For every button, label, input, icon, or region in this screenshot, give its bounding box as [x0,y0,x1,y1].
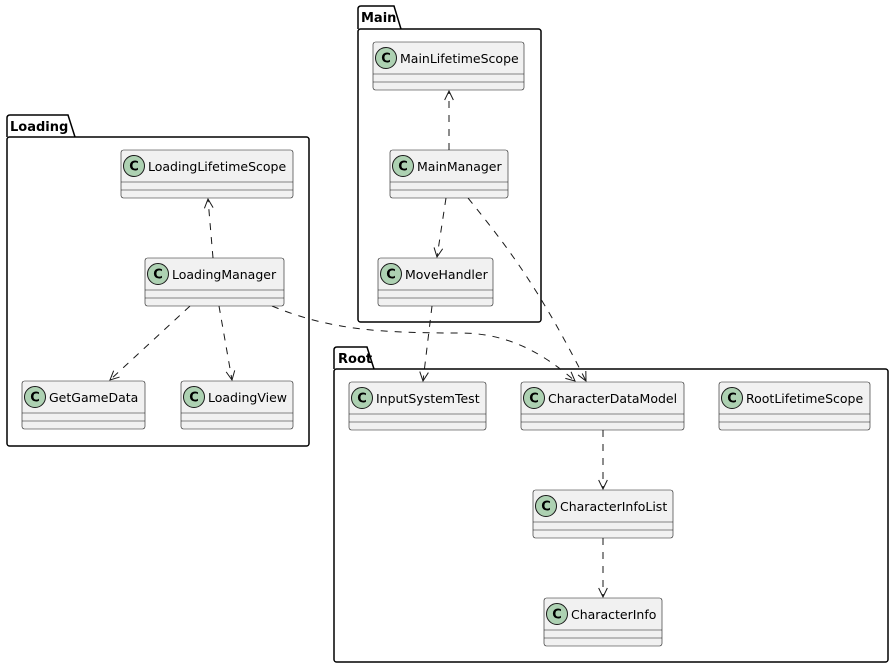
class-name: MainLifetimeScope [400,51,519,66]
dependency-line [436,197,447,258]
class-icon-letter: C [189,391,199,406]
class-icon-letter: C [727,392,737,407]
dependency-MainManager-to-MainLifetimeScope [444,89,454,150]
class-main-manager[interactable]: C MainManager [389,149,509,199]
class-icon-letter: C [381,52,391,67]
arrowhead-icon [419,371,429,383]
class-icon-letter: C [541,500,551,515]
package-label: Root [338,352,372,367]
arrowhead-icon [577,370,587,383]
class-loading-view[interactable]: C LoadingView [180,380,294,430]
dependency-LoadingManager-to-LoadingLifetimeScope [203,197,214,259]
class-icon-letter: C [552,608,562,623]
class-icon-letter: C [129,160,139,175]
dependency-line [218,305,233,381]
package-label: Loading [10,120,68,135]
class-character-data-model[interactable]: C CharacterDataModel [520,381,685,431]
dependency-CharacterInfoList-to-CharacterInfo [598,538,608,599]
class-box [120,149,294,199]
class-name: CharacterInfoList [560,499,667,514]
package-label: Main [361,11,396,26]
arrowhead-icon [433,247,444,259]
class-icon-letter: C [30,391,40,406]
class-icon-letter: C [153,268,163,283]
class-name: InputSystemTest [376,391,480,406]
class-root-lifetime-scope[interactable]: C RootLifetimeScope [718,381,871,431]
class-box [372,41,525,91]
arrowhead-icon [203,197,214,209]
dependency-LoadingManager-to-LoadingView [218,305,236,382]
class-icon-letter: C [398,160,408,175]
class-character-info[interactable]: C CharacterInfo [543,597,663,647]
dependency-LoadingManager-to-GetGameData [109,305,191,381]
dependency-CharacterDataModel-to-CharacterInfoList [598,430,608,491]
class-main-lifetime-scope[interactable]: C MainLifetimeScope [372,41,525,91]
class-box [532,489,674,539]
class-loading-manager[interactable]: C LoadingManager [144,257,285,307]
class-name: MainManager [417,159,502,174]
class-name: LoadingManager [172,267,277,282]
class-loading-lifetime-scope[interactable]: C LoadingLifetimeScope [120,149,294,199]
class-get-game-data[interactable]: C GetGameData [21,380,146,430]
class-name: RootLifetimeScope [746,391,863,406]
class-box [348,381,487,431]
class-input-system-test[interactable]: C InputSystemTest [348,381,487,431]
class-icon-letter: C [529,392,539,407]
class-box [144,257,285,307]
class-name: GetGameData [49,390,138,405]
class-name: CharacterInfo [571,607,656,622]
class-name: MoveHandler [405,267,489,282]
class-name: CharacterDataModel [548,391,677,406]
dependency-line [207,198,214,259]
class-diagram: Loading Main Root C LoadingLifetimeScopeC… [6,5,889,663]
class-icon-letter: C [386,268,396,283]
class-move-handler[interactable]: C MoveHandler [377,257,494,307]
arrowhead-icon [225,370,236,382]
classes: C LoadingLifetimeScope C LoadingManager C Get… [21,41,871,647]
class-character-info-list[interactable]: C CharacterInfoList [532,489,674,539]
class-name: LoadingView [208,390,287,405]
dependency-MainManager-to-MoveHandler [433,197,447,259]
dependency-line [109,305,191,381]
class-name: LoadingLifetimeScope [148,159,286,174]
class-icon-letter: C [357,392,367,407]
class-box [718,381,871,431]
class-box [520,381,685,431]
